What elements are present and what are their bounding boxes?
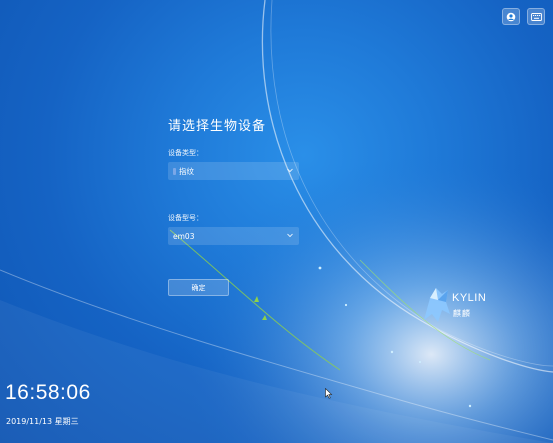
clock-time: 16:58:06 — [5, 381, 91, 404]
brand-logo-text: KYLIN — [452, 292, 487, 304]
user-switch-icon — [506, 12, 516, 21]
keyboard-icon — [530, 12, 542, 21]
device-model-label: 设备型号： — [168, 214, 203, 222]
fingerprint-icon — [173, 167, 176, 175]
mouse-cursor-icon — [325, 388, 333, 399]
dialog-title: 请选择生物设备 — [168, 119, 267, 134]
confirm-button[interactable]: 确定 — [168, 279, 229, 296]
device-type-value: 指纹 — [179, 166, 194, 176]
background-wave — [0, 0, 553, 443]
device-type-select[interactable]: 指纹 — [168, 162, 299, 180]
clock-date: 2019/11/13 星期三 — [6, 417, 79, 426]
device-type-label: 设备类型： — [168, 149, 203, 157]
chevron-down-icon — [287, 233, 293, 238]
keyboard-button[interactable] — [527, 8, 545, 25]
device-model-value: em03 — [173, 231, 195, 241]
kylin-logo-icon — [424, 288, 450, 322]
device-model-select[interactable]: em03 — [168, 227, 299, 245]
chevron-down-icon — [287, 168, 293, 173]
user-switch-button[interactable] — [502, 8, 520, 25]
brand-logo-subtitle: 麒麟 — [453, 309, 471, 318]
